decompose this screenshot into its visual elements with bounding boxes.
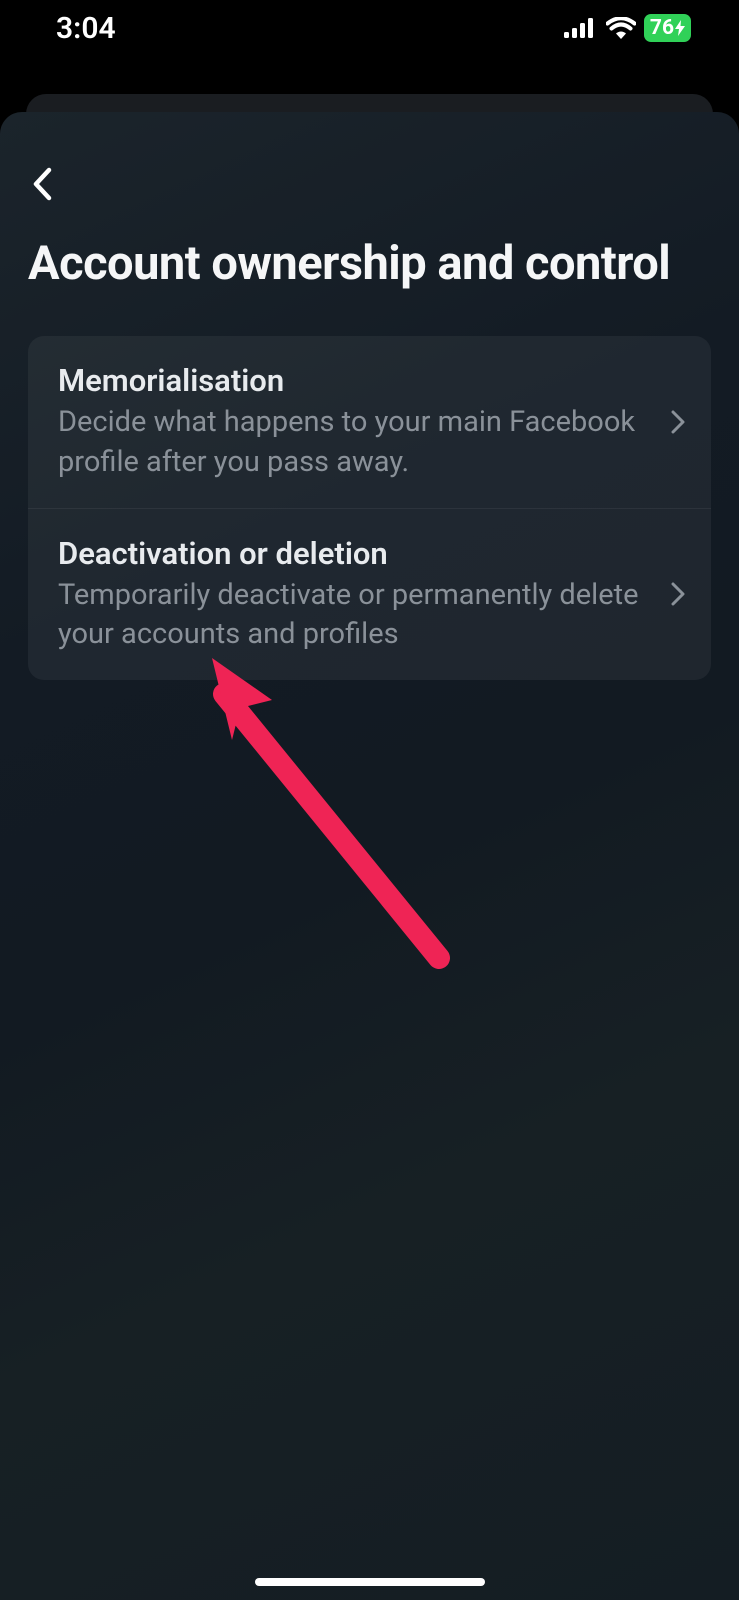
battery-badge: 76 xyxy=(644,14,691,42)
status-time: 3:04 xyxy=(56,11,116,46)
options-card: Memorialisation Decide what happens to y… xyxy=(28,336,711,680)
status-bar: 3:04 76 xyxy=(0,0,739,56)
home-indicator[interactable] xyxy=(255,1578,485,1586)
option-deactivation-deletion[interactable]: Deactivation or deletion Temporarily dea… xyxy=(28,508,711,680)
option-subtitle: Decide what happens to your main Faceboo… xyxy=(58,403,655,481)
chevron-left-icon xyxy=(32,167,52,201)
option-memorialisation[interactable]: Memorialisation Decide what happens to y… xyxy=(28,336,711,507)
wifi-icon xyxy=(606,17,636,39)
chevron-right-icon xyxy=(671,582,685,606)
battery-level: 76 xyxy=(650,16,674,40)
charging-icon xyxy=(675,20,685,36)
status-icons: 76 xyxy=(564,14,691,42)
option-text: Memorialisation Decide what happens to y… xyxy=(58,362,655,481)
back-button[interactable] xyxy=(32,160,80,208)
option-subtitle: Temporarily deactivate or permanently de… xyxy=(58,576,655,654)
cellular-icon xyxy=(564,18,598,38)
option-title: Memorialisation xyxy=(58,362,655,399)
option-text: Deactivation or deletion Temporarily dea… xyxy=(58,535,655,654)
page-title: Account ownership and control xyxy=(28,236,711,292)
settings-sheet: Account ownership and control Memorialis… xyxy=(0,112,739,1600)
chevron-right-icon xyxy=(671,410,685,434)
option-title: Deactivation or deletion xyxy=(58,535,655,572)
